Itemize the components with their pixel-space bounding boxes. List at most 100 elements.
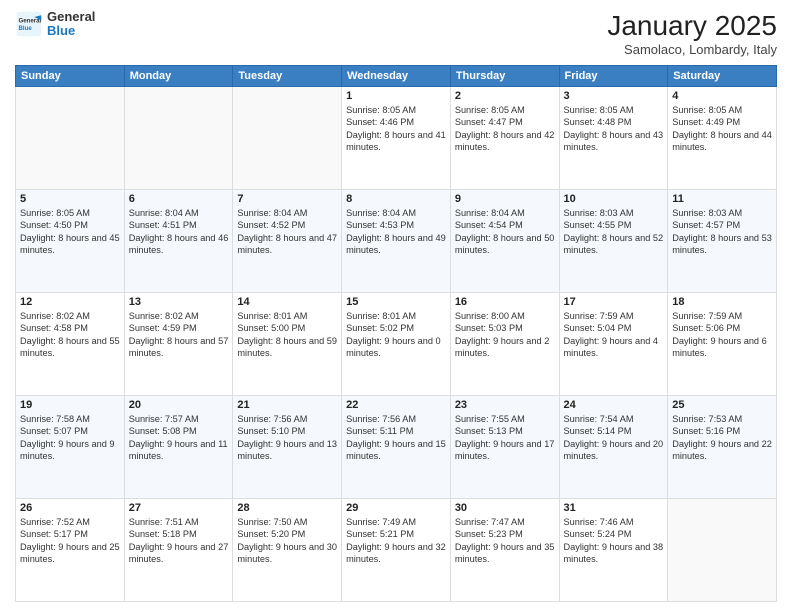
day-cell: 5Sunrise: 8:05 AMSunset: 4:50 PMDaylight… [16, 190, 125, 293]
day-cell: 9 Sunrise: 8:04 AMSunset: 4:54 PMDaylight… [450, 190, 559, 293]
day-cell: 19 Sunrise: 7:58 AMSunset: 5:07 PMDayligh… [16, 396, 125, 499]
day-cell: 14 Sunrise: 8:01 AMSunset: 5:00 PMDayligh… [233, 293, 342, 396]
logo: General Blue General Blue [15, 10, 95, 39]
weekday-header-sunday: Sunday [16, 66, 125, 87]
day-info: Sunrise: 7:53 AMSunset: 5:16 PMDaylight:… [672, 413, 772, 463]
day-info: Sunrise: 8:02 AMSunset: 4:59 PMDaylight:… [129, 310, 229, 360]
day-info: Sunrise: 7:49 AMSunset: 5:21 PMDaylight:… [346, 516, 446, 566]
day-number: 16 [455, 296, 555, 308]
day-cell: 7Sunrise: 8:04 AMSunset: 4:52 PMDaylight… [233, 190, 342, 293]
day-info: Sunrise: 7:56 AMSunset: 5:11 PMDaylight:… [346, 413, 446, 463]
day-number: 31 [564, 502, 664, 514]
day-number: 19 [20, 399, 120, 411]
calendar: SundayMondayTuesdayWednesdayThursdayFrid… [15, 65, 777, 602]
day-info: Sunrise: 7:57 AMSunset: 5:08 PMDaylight:… [129, 413, 229, 463]
day-number: 28 [237, 502, 337, 514]
day-number: 11 [672, 193, 772, 205]
day-info: Sunrise: 7:59 AMSunset: 5:06 PMDaylight:… [672, 310, 772, 360]
day-info: Sunrise: 8:02 AMSunset: 4:58 PMDaylight:… [20, 310, 120, 360]
weekday-header-saturday: Saturday [668, 66, 777, 87]
day-number: 4 [672, 90, 772, 102]
day-cell: 30 Sunrise: 7:47 AMSunset: 5:23 PMDayligh… [450, 499, 559, 602]
day-number: 22 [346, 399, 446, 411]
day-number: 6 [129, 193, 229, 205]
day-number: 1 [346, 90, 446, 102]
day-info: Sunrise: 7:46 AMSunset: 5:24 PMDaylight:… [564, 516, 664, 566]
day-cell: 3 Sunrise: 8:05 AMSunset: 4:48 PMDaylight… [559, 87, 668, 190]
day-number: 2 [455, 90, 555, 102]
weekday-header-monday: Monday [124, 66, 233, 87]
day-cell: 15 Sunrise: 8:01 AMSunset: 5:02 PMDayligh… [342, 293, 451, 396]
week-row-4: 26 Sunrise: 7:52 AMSunset: 5:17 PMDayligh… [16, 499, 777, 602]
day-info: Sunrise: 7:47 AMSunset: 5:23 PMDaylight:… [455, 516, 555, 566]
day-info: Sunrise: 8:04 AMSunset: 4:53 PMDaylight:… [346, 207, 446, 257]
day-number: 9 [455, 193, 555, 205]
day-number: 26 [20, 502, 120, 514]
week-row-1: 5Sunrise: 8:05 AMSunset: 4:50 PMDaylight… [16, 190, 777, 293]
day-info: Sunrise: 8:04 AMSunset: 4:54 PMDaylight:… [455, 207, 555, 257]
day-number: 17 [564, 296, 664, 308]
day-cell: 25Sunrise: 7:53 AMSunset: 5:16 PMDayligh… [668, 396, 777, 499]
page: General Blue General Blue January 2025 S… [0, 0, 792, 612]
day-cell: 16Sunrise: 8:00 AMSunset: 5:03 PMDayligh… [450, 293, 559, 396]
day-cell: 8 Sunrise: 8:04 AMSunset: 4:53 PMDaylight… [342, 190, 451, 293]
day-info: Sunrise: 7:58 AMSunset: 5:07 PMDaylight:… [20, 413, 120, 463]
day-number: 30 [455, 502, 555, 514]
day-cell [124, 87, 233, 190]
day-info: Sunrise: 8:03 AMSunset: 4:55 PMDaylight:… [564, 207, 664, 257]
day-cell: 11 Sunrise: 8:03 AMSunset: 4:57 PMDayligh… [668, 190, 777, 293]
location: Samolaco, Lombardy, Italy [607, 42, 777, 57]
day-number: 24 [564, 399, 664, 411]
day-info: Sunrise: 8:01 AMSunset: 5:00 PMDaylight:… [237, 310, 337, 360]
header: General Blue General Blue January 2025 S… [15, 10, 777, 57]
day-cell: 23 Sunrise: 7:55 AMSunset: 5:13 PMDayligh… [450, 396, 559, 499]
day-info: Sunrise: 7:54 AMSunset: 5:14 PMDaylight:… [564, 413, 664, 463]
day-info: Sunrise: 8:05 AMSunset: 4:46 PMDaylight:… [346, 104, 446, 154]
day-cell: 22 Sunrise: 7:56 AMSunset: 5:11 PMDayligh… [342, 396, 451, 499]
day-info: Sunrise: 7:55 AMSunset: 5:13 PMDaylight:… [455, 413, 555, 463]
day-info: Sunrise: 7:56 AMSunset: 5:10 PMDaylight:… [237, 413, 337, 463]
day-number: 3 [564, 90, 664, 102]
logo-blue: Blue [47, 24, 95, 38]
week-row-3: 19 Sunrise: 7:58 AMSunset: 5:07 PMDayligh… [16, 396, 777, 499]
day-cell: 4 Sunrise: 8:05 AMSunset: 4:49 PMDaylight… [668, 87, 777, 190]
day-cell: 12 Sunrise: 8:02 AMSunset: 4:58 PMDayligh… [16, 293, 125, 396]
day-cell: 2Sunrise: 8:05 AMSunset: 4:47 PMDaylight… [450, 87, 559, 190]
day-cell [16, 87, 125, 190]
day-info: Sunrise: 8:04 AMSunset: 4:52 PMDaylight:… [237, 207, 337, 257]
day-number: 13 [129, 296, 229, 308]
day-number: 21 [237, 399, 337, 411]
day-info: Sunrise: 7:50 AMSunset: 5:20 PMDaylight:… [237, 516, 337, 566]
day-number: 10 [564, 193, 664, 205]
day-cell: 17 Sunrise: 7:59 AMSunset: 5:04 PMDayligh… [559, 293, 668, 396]
day-cell: 10 Sunrise: 8:03 AMSunset: 4:55 PMDayligh… [559, 190, 668, 293]
logo-general: General [47, 10, 95, 24]
day-cell: 27Sunrise: 7:51 AMSunset: 5:18 PMDayligh… [124, 499, 233, 602]
day-number: 14 [237, 296, 337, 308]
day-info: Sunrise: 7:59 AMSunset: 5:04 PMDaylight:… [564, 310, 664, 360]
day-info: Sunrise: 8:01 AMSunset: 5:02 PMDaylight:… [346, 310, 446, 360]
day-number: 12 [20, 296, 120, 308]
day-cell [668, 499, 777, 602]
weekday-header-tuesday: Tuesday [233, 66, 342, 87]
day-cell: 26 Sunrise: 7:52 AMSunset: 5:17 PMDayligh… [16, 499, 125, 602]
day-cell: 21 Sunrise: 7:56 AMSunset: 5:10 PMDayligh… [233, 396, 342, 499]
day-number: 27 [129, 502, 229, 514]
day-info: Sunrise: 8:05 AMSunset: 4:48 PMDaylight:… [564, 104, 664, 154]
day-cell: 31 Sunrise: 7:46 AMSunset: 5:24 PMDayligh… [559, 499, 668, 602]
weekday-header-row: SundayMondayTuesdayWednesdayThursdayFrid… [16, 66, 777, 87]
day-number: 29 [346, 502, 446, 514]
day-info: Sunrise: 8:03 AMSunset: 4:57 PMDaylight:… [672, 207, 772, 257]
week-row-0: 1 Sunrise: 8:05 AMSunset: 4:46 PMDaylight… [16, 87, 777, 190]
day-number: 23 [455, 399, 555, 411]
day-number: 20 [129, 399, 229, 411]
weekday-header-friday: Friday [559, 66, 668, 87]
logo-text: General Blue [47, 10, 95, 39]
day-cell: 1 Sunrise: 8:05 AMSunset: 4:46 PMDaylight… [342, 87, 451, 190]
day-info: Sunrise: 8:05 AMSunset: 4:49 PMDaylight:… [672, 104, 772, 154]
day-info: Sunrise: 7:52 AMSunset: 5:17 PMDaylight:… [20, 516, 120, 566]
day-number: 15 [346, 296, 446, 308]
day-number: 8 [346, 193, 446, 205]
logo-icon: General Blue [15, 10, 43, 38]
day-cell: 24 Sunrise: 7:54 AMSunset: 5:14 PMDayligh… [559, 396, 668, 499]
